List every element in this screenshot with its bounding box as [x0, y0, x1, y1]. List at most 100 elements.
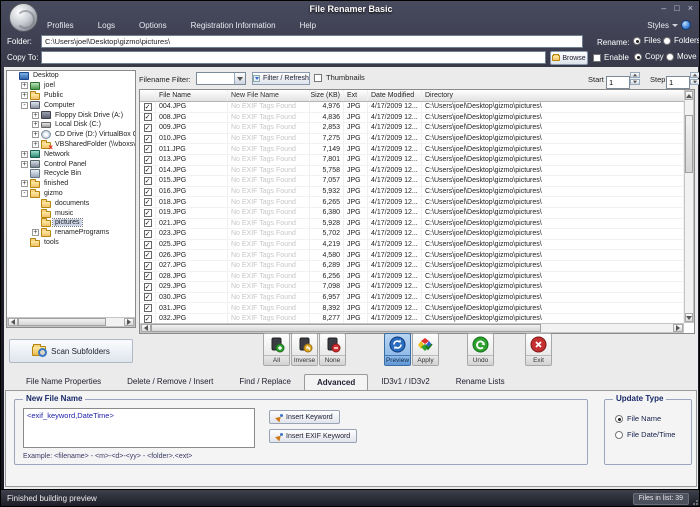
row-checkbox-checked[interactable]: ✓: [144, 145, 152, 153]
undo-button[interactable]: Undo: [467, 333, 494, 366]
spin-up-icon[interactable]: [690, 72, 700, 78]
table-row[interactable]: ✓018.JPGNo EXIF Tags Found6,265JPG4/17/2…: [140, 197, 684, 208]
radio-file-date-time[interactable]: File Date/Time: [615, 430, 675, 439]
tree-item-tools[interactable]: tools: [7, 238, 135, 248]
folder-path-input[interactable]: [41, 35, 583, 48]
insert-exif-keyword-button[interactable]: Insert EXIF Keyword: [269, 429, 357, 443]
row-checkbox-checked[interactable]: ✓: [144, 124, 152, 132]
row-checkbox-checked[interactable]: ✓: [144, 304, 152, 312]
row-checkbox-checked[interactable]: ✓: [144, 198, 152, 206]
expand-icon[interactable]: +: [32, 131, 39, 138]
copy-to-input[interactable]: [41, 51, 546, 64]
thumbnails-checkbox[interactable]: [314, 74, 322, 82]
radio-files[interactable]: Files: [633, 36, 661, 45]
exit-button[interactable]: Exit: [525, 333, 552, 366]
row-checkbox-checked[interactable]: ✓: [144, 209, 152, 217]
row-checkbox-checked[interactable]: ✓: [144, 251, 152, 259]
row-checkbox-checked[interactable]: ✓: [144, 315, 152, 323]
tree-item-computer[interactable]: -Computer: [7, 100, 135, 110]
table-row[interactable]: ✓010.JPGNo EXIF Tags Found7,275JPG4/17/2…: [140, 134, 684, 145]
browse-button[interactable]: Browse: [550, 51, 588, 65]
expand-icon[interactable]: +: [32, 141, 39, 148]
spin-down-icon[interactable]: [690, 79, 700, 85]
row-checkbox-checked[interactable]: ✓: [144, 188, 152, 196]
tab-rename-lists[interactable]: Rename Lists: [443, 373, 518, 390]
table-row[interactable]: ✓032.JPGNo EXIF Tags Found8,277JPG4/17/2…: [140, 314, 684, 323]
tree-item-gizmo[interactable]: -gizmo: [7, 189, 135, 199]
table-horizontal-scrollbar[interactable]: [140, 323, 684, 333]
row-checkbox-checked[interactable]: ✓: [144, 230, 152, 238]
table-row[interactable]: ✓008.JPGNo EXIF Tags Found4,836JPG4/17/2…: [140, 113, 684, 124]
scroll-left-icon[interactable]: [8, 318, 18, 326]
tab-advanced[interactable]: Advanced: [304, 374, 368, 391]
start-input[interactable]: [606, 76, 630, 89]
expand-icon[interactable]: +: [21, 161, 28, 168]
tree-item-cd-drive-d-virtualbox-guest[interactable]: +CD Drive (D:) VirtualBox Guest: [7, 130, 135, 140]
tab-file-name-properties[interactable]: File Name Properties: [13, 373, 114, 390]
scroll-right-icon[interactable]: [124, 318, 134, 326]
apply-button[interactable]: Apply: [412, 333, 439, 366]
row-checkbox-checked[interactable]: ✓: [144, 262, 152, 270]
table-row[interactable]: ✓004.JPGNo EXIF Tags Found4,976JPG4/17/2…: [140, 102, 684, 113]
tree-item-recycle-bin[interactable]: Recycle Bin: [7, 169, 135, 179]
tree-item-renameprograms[interactable]: +renamePrograms: [7, 228, 135, 238]
tab-find-replace[interactable]: Find / Replace: [226, 373, 304, 390]
radio-copy[interactable]: Copy: [634, 52, 664, 61]
minimize-button[interactable]: –: [661, 3, 666, 13]
combobox-arrow-icon[interactable]: [234, 73, 245, 84]
table-row[interactable]: ✓016.JPGNo EXIF Tags Found5,932JPG4/17/2…: [140, 187, 684, 198]
table-row[interactable]: ✓013.JPGNo EXIF Tags Found7,801JPG4/17/2…: [140, 155, 684, 166]
scrollbar-thumb[interactable]: [18, 318, 106, 326]
all-button[interactable]: All: [263, 333, 290, 366]
scroll-up-icon[interactable]: [685, 91, 693, 100]
tree-item-public[interactable]: +Public: [7, 91, 135, 101]
radio-unselected-icon[interactable]: [663, 37, 671, 45]
table-row[interactable]: ✓031.JPGNo EXIF Tags Found8,392JPG4/17/2…: [140, 303, 684, 314]
table-row[interactable]: ✓030.JPGNo EXIF Tags Found6,957JPG4/17/2…: [140, 293, 684, 304]
column-header-ext[interactable]: Ext: [344, 90, 368, 101]
insert-keyword-button[interactable]: Insert Keyword: [269, 410, 340, 424]
row-checkbox-checked[interactable]: ✓: [144, 135, 152, 143]
close-button[interactable]: ×: [688, 3, 693, 13]
tree-item-control-panel[interactable]: +Control Panel: [7, 159, 135, 169]
expand-icon[interactable]: +: [21, 180, 28, 187]
row-checkbox-checked[interactable]: ✓: [144, 113, 152, 121]
expand-icon[interactable]: +: [21, 151, 28, 158]
row-checkbox-checked[interactable]: ✓: [144, 177, 152, 185]
table-row[interactable]: ✓019.JPGNo EXIF Tags Found6,380JPG4/17/2…: [140, 208, 684, 219]
resize-grip[interactable]: [693, 499, 699, 505]
filename-filter-combobox[interactable]: [196, 72, 246, 85]
enable-checkbox[interactable]: [593, 54, 601, 62]
radio-unselected-icon[interactable]: [615, 431, 623, 439]
row-checkbox-checked[interactable]: ✓: [144, 103, 152, 111]
none-button[interactable]: None: [319, 333, 346, 366]
tree-item-joel[interactable]: +joel: [7, 81, 135, 91]
spin-down-icon[interactable]: [630, 79, 640, 85]
tree-item-network[interactable]: +Network: [7, 149, 135, 159]
expand-icon[interactable]: +: [32, 229, 39, 236]
scroll-down-icon[interactable]: [685, 313, 693, 322]
scan-subfolders-button[interactable]: Scan Subfolders: [9, 339, 133, 363]
step-input[interactable]: [666, 76, 690, 89]
tree-item-desktop[interactable]: Desktop: [7, 71, 135, 81]
radio-folders[interactable]: Folders: [663, 36, 700, 45]
spin-up-icon[interactable]: [630, 72, 640, 78]
menu-item-profiles[interactable]: Profiles: [37, 19, 84, 34]
menu-item-options[interactable]: Options: [129, 19, 177, 34]
scroll-left-icon[interactable]: [141, 324, 151, 332]
table-header[interactable]: File NameNew File NameSize (KB)ExtDate M…: [140, 90, 684, 102]
expand-icon[interactable]: +: [21, 92, 28, 99]
row-checkbox-checked[interactable]: ✓: [144, 272, 152, 280]
maximize-button[interactable]: □: [674, 3, 679, 13]
column-header-file-name[interactable]: File Name: [156, 90, 228, 101]
column-header-directory[interactable]: Directory: [422, 90, 684, 101]
collapse-icon[interactable]: -: [21, 190, 28, 197]
radio-selected-icon[interactable]: [634, 53, 642, 61]
table-row[interactable]: ✓023.JPGNo EXIF Tags Found5,702JPG4/17/2…: [140, 229, 684, 240]
table-row[interactable]: ✓026.JPGNo EXIF Tags Found4,580JPG4/17/2…: [140, 250, 684, 261]
row-checkbox-checked[interactable]: ✓: [144, 219, 152, 227]
column-header-checkbox[interactable]: [140, 90, 156, 101]
tree-item-music[interactable]: music: [7, 208, 135, 218]
row-checkbox-checked[interactable]: ✓: [144, 283, 152, 291]
tab-delete-remove-insert[interactable]: Delete / Remove / Insert: [114, 373, 226, 390]
